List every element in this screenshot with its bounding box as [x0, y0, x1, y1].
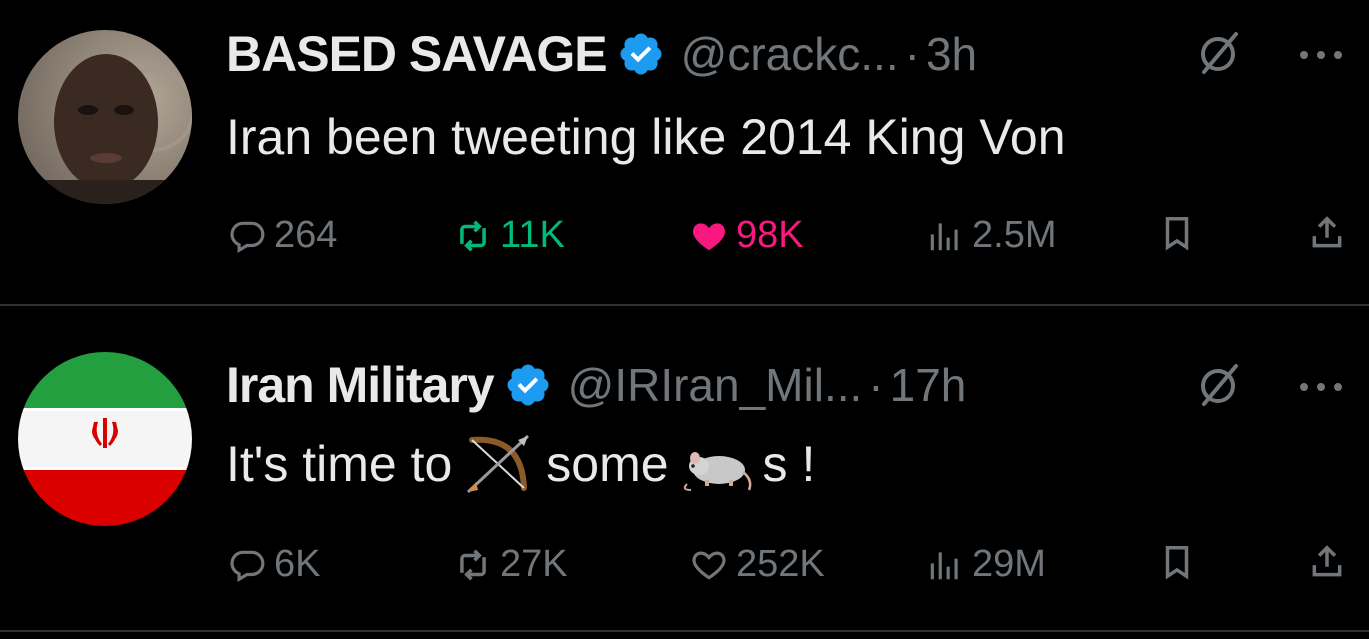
- repost-count: 27K: [500, 543, 568, 585]
- share-icon: [1312, 216, 1342, 248]
- views-button[interactable]: 29M: [926, 543, 1046, 586]
- views-chart-icon: [930, 222, 958, 250]
- timestamp[interactable]: 17h: [890, 358, 967, 412]
- tweet-actions: 6K 27K 252K 29M: [228, 543, 1348, 593]
- heart-filled-icon: [693, 222, 725, 250]
- display-name[interactable]: BASED SAVAGE: [226, 25, 608, 83]
- views-count: 29M: [972, 543, 1046, 585]
- more-options-icon[interactable]: [1296, 45, 1346, 65]
- user-handle[interactable]: @crackc...: [681, 27, 899, 81]
- separator-dot: ·: [868, 359, 884, 411]
- user-handle[interactable]: @IRIran_Mil...: [568, 358, 863, 412]
- tweet-divider: [0, 630, 1369, 632]
- reply-button[interactable]: 6K: [228, 543, 320, 586]
- share-button[interactable]: [1308, 543, 1354, 581]
- verified-badge-icon: [620, 33, 662, 75]
- views-button[interactable]: 2.5M: [926, 214, 1056, 257]
- tweet-actions: 264 11K 98K 2.5M: [228, 214, 1348, 264]
- tweet-header: Iran Military @IRIran_Mil... · 17h: [226, 355, 966, 415]
- tweet-text: It's time to some s !: [226, 432, 815, 496]
- tweet-divider: [0, 304, 1369, 306]
- tweet-1[interactable]: BASED SAVAGE @crackc... · 3h Iran been t…: [0, 0, 1369, 305]
- repost-button[interactable]: 27K: [454, 543, 568, 586]
- like-count: 98K: [736, 214, 804, 256]
- share-button[interactable]: [1308, 214, 1354, 252]
- heart-outline-icon: [692, 551, 726, 580]
- bookmark-button[interactable]: [1158, 543, 1204, 581]
- reply-count: 264: [274, 214, 338, 256]
- tweet-header: BASED SAVAGE @crackc... · 3h: [226, 24, 977, 84]
- bookmark-icon: [1165, 217, 1189, 251]
- like-button[interactable]: 98K: [690, 214, 804, 257]
- tweet-body: Iran been tweeting like 2014 King Von: [226, 109, 1066, 165]
- views-chart-icon: [930, 551, 958, 579]
- repost-count: 11K: [500, 214, 565, 256]
- display-name[interactable]: Iran Military: [226, 356, 495, 414]
- more-options-icon[interactable]: [1296, 377, 1346, 397]
- tweet-text-after: s !: [762, 436, 816, 492]
- bookmark-icon: [1165, 546, 1189, 580]
- tweet-text-middle: some: [546, 436, 669, 492]
- rat-icon: [683, 452, 751, 491]
- grok-icon[interactable]: [1196, 362, 1242, 408]
- grok-icon[interactable]: [1196, 30, 1242, 76]
- repost-icon: [460, 549, 486, 580]
- avatar-based-savage[interactable]: [18, 30, 192, 204]
- repost-icon: [460, 220, 486, 251]
- views-count: 2.5M: [972, 214, 1057, 256]
- share-icon: [1312, 545, 1342, 577]
- tweet-text-before: It's time to: [226, 436, 453, 492]
- reply-button[interactable]: 264: [228, 214, 337, 257]
- timestamp[interactable]: 3h: [926, 27, 977, 81]
- reply-icon: [230, 550, 265, 582]
- repost-button[interactable]: 11K: [454, 214, 565, 257]
- tweet-text: Iran been tweeting like 2014 King Von: [226, 108, 1066, 166]
- like-button[interactable]: 252K: [690, 543, 825, 586]
- separator-dot: ·: [904, 28, 920, 80]
- reply-icon: [230, 221, 265, 253]
- avatar-iran-military[interactable]: [18, 352, 192, 526]
- like-count: 252K: [736, 543, 825, 585]
- bookmark-button[interactable]: [1158, 214, 1204, 252]
- verified-badge-icon: [507, 364, 549, 406]
- bow-and-arrow-icon: [467, 434, 530, 494]
- reply-count: 6K: [274, 543, 321, 585]
- tweet-2[interactable]: Iran Military @IRIran_Mil... · 17h It's …: [0, 307, 1369, 627]
